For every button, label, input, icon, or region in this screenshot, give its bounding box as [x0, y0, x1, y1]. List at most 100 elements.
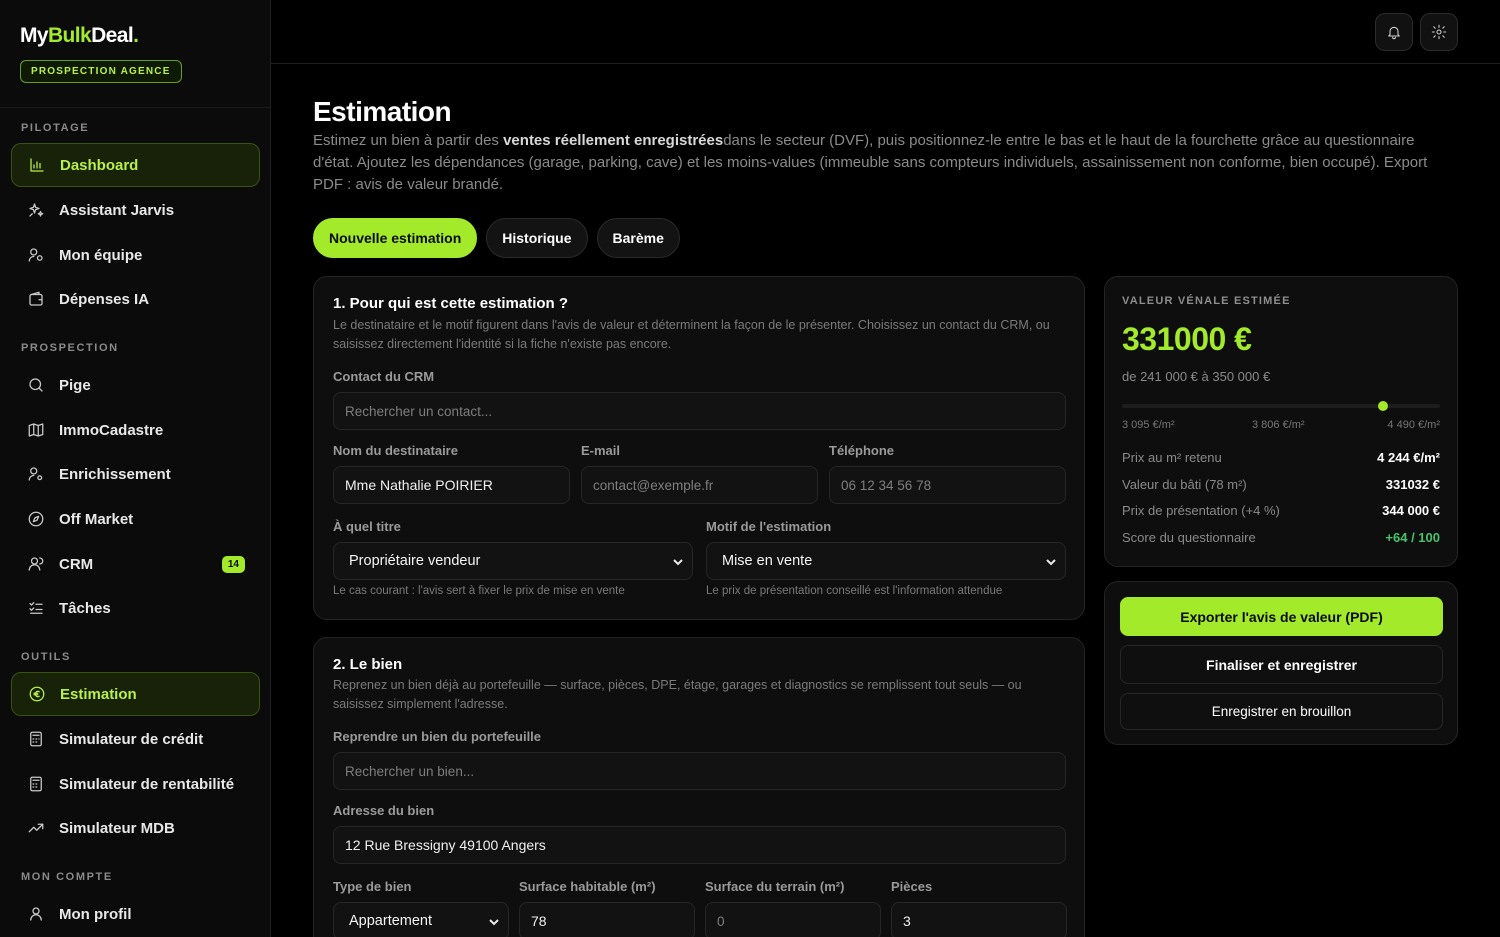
- map-icon: [28, 423, 44, 437]
- price-range-track: [1122, 401, 1440, 411]
- sidebar-item-label: CRM: [59, 555, 94, 573]
- select-value: Mise en vente: [722, 553, 813, 569]
- portfolio-label: Reprendre un bien du portefeuille: [333, 729, 542, 744]
- kv-label: Prix au m² retenu: [1122, 450, 1222, 465]
- land-area-input[interactable]: 0: [705, 902, 881, 937]
- calculator-icon: [30, 731, 42, 747]
- sparkles-icon: [29, 203, 44, 217]
- kv-value: 4 244 €/m²: [1377, 450, 1440, 465]
- valuation-range: de 241 000 € à 350 000 €: [1122, 369, 1271, 384]
- living-area-label: Surface habitable (m²): [519, 879, 656, 894]
- crm-contact-label: Contact du CRM: [333, 369, 435, 384]
- valuation-label: VALEUR VÉNALE ESTIMÉE: [1122, 295, 1291, 307]
- settings-button[interactable]: [1420, 13, 1458, 51]
- checklist-icon: [29, 602, 43, 614]
- range-tick-mid: 3 806 €/m²: [1252, 419, 1305, 431]
- tab-bareme[interactable]: Barème: [596, 218, 680, 258]
- sidebar-item-simulateur-rentabilite[interactable]: Simulateur de rentabilité: [11, 762, 260, 806]
- sidebar-item-label: Simulateur de crédit: [59, 730, 204, 748]
- chevron-down-icon: [672, 556, 684, 568]
- desc-part: Estimez un bien à partir des: [313, 132, 504, 149]
- sidebar: MyBulkDeal. PROSPECTION AGENCE PILOTAGE …: [0, 0, 271, 937]
- sidebar-item-label: Pige: [59, 376, 91, 394]
- kv-value: 331032 €: [1385, 477, 1440, 492]
- valuation-card: VALEUR VÉNALE ESTIMÉE 331000 € de 241 00…: [1104, 276, 1458, 567]
- tab-historique[interactable]: Historique: [486, 218, 588, 258]
- address-label: Adresse du bien: [333, 803, 435, 818]
- sidebar-item-enrichissement[interactable]: Enrichissement: [11, 452, 260, 496]
- phone-field[interactable]: 06 12 34 56 78: [829, 466, 1066, 504]
- sidebar-item-assistant-jarvis[interactable]: Assistant Jarvis: [11, 188, 260, 232]
- sidebar-item-depenses-ia[interactable]: Dépenses IA: [11, 277, 260, 321]
- motif-hint: Le prix de présentation conseillé est l'…: [706, 585, 1003, 597]
- recipient-role-select[interactable]: Propriétaire vendeur: [333, 542, 693, 580]
- chevron-down-icon: [488, 916, 500, 928]
- range-tick-high: 4 490 €/m²: [1387, 419, 1440, 431]
- land-area-label: Surface du terrain (m²): [705, 879, 845, 894]
- page-title: Estimation: [313, 96, 452, 127]
- rooms-label: Pièces: [891, 879, 933, 894]
- search-icon: [29, 378, 43, 392]
- sidebar-item-mon-equipe[interactable]: Mon équipe: [11, 233, 260, 277]
- sidebar-item-crm[interactable]: CRM 14: [11, 542, 260, 586]
- sidebar-item-simulateur-credit[interactable]: Simulateur de crédit: [11, 717, 260, 761]
- property-type-select[interactable]: Appartement: [333, 902, 509, 937]
- sidebar-item-mon-profil[interactable]: Mon profil: [11, 892, 260, 936]
- sidebar-item-label: Assistant Jarvis: [59, 201, 175, 219]
- motif-select[interactable]: Mise en vente: [706, 542, 1066, 580]
- bell-icon: [1388, 26, 1400, 40]
- export-pdf-button[interactable]: Exporter l'avis de valeur (PDF): [1120, 597, 1443, 636]
- crm-contact-search-input[interactable]: Rechercher un contact...: [333, 392, 1066, 430]
- address-input[interactable]: 12 Rue Bressigny 49100 Angers: [333, 826, 1066, 864]
- sidebar-item-estimation[interactable]: Estimation: [11, 672, 260, 716]
- property-card: 2. Le bien Reprenez un bien déjà au port…: [313, 637, 1085, 937]
- kv-label: Valeur du bâti (78 m²): [1122, 477, 1247, 492]
- select-value: Propriétaire vendeur: [349, 553, 481, 569]
- notifications-button[interactable]: [1375, 13, 1413, 51]
- users-icon: [28, 557, 44, 571]
- sidebar-item-immocadastre[interactable]: ImmoCadastre: [11, 408, 260, 452]
- questionnaire-score: +64 / 100: [1385, 530, 1440, 545]
- compass-icon: [28, 511, 44, 527]
- email-field[interactable]: contact@exemple.fr: [581, 466, 818, 504]
- recipient-name-input[interactable]: Mme Nathalie POIRIER: [333, 466, 570, 504]
- logo-part: My: [20, 24, 49, 47]
- section-label-mon-compte: MON COMPTE: [21, 871, 113, 883]
- actions-card: Exporter l'avis de valeur (PDF) Finalise…: [1104, 581, 1458, 745]
- recipient-card: 1. Pour qui est cette estimation ? Le de…: [313, 276, 1085, 620]
- finalize-button[interactable]: Finaliser et enregistrer: [1120, 645, 1443, 684]
- kv-label: Prix de présentation (+4 %): [1122, 503, 1280, 518]
- wallet-icon: [29, 291, 43, 306]
- valuation-amount: 331000 €: [1122, 321, 1252, 357]
- logo-part: Deal: [91, 24, 134, 47]
- select-value: Appartement: [349, 913, 433, 929]
- rooms-input[interactable]: 3: [891, 902, 1067, 937]
- tab-nouvelle-estimation[interactable]: Nouvelle estimation: [313, 218, 478, 258]
- save-draft-button[interactable]: Enregistrer en brouillon: [1120, 693, 1443, 730]
- recipient-name-label: Nom du destinataire: [333, 443, 458, 458]
- range-tick-low: 3 095 €/m²: [1122, 419, 1175, 431]
- sidebar-item-label: Enrichissement: [59, 465, 171, 483]
- sidebar-item-off-market[interactable]: Off Market: [11, 497, 260, 541]
- section-title: 2. Le bien: [333, 656, 403, 673]
- living-area-input[interactable]: 78: [519, 902, 695, 937]
- page-description: Estimez un bien à partir des ventes réel…: [313, 130, 1453, 196]
- sidebar-item-label: Simulateur de rentabilité: [59, 775, 235, 793]
- portfolio-search-input[interactable]: Rechercher un bien...: [333, 752, 1066, 790]
- user-icon: [30, 907, 42, 921]
- calculator-icon: [30, 776, 42, 792]
- sidebar-item-label: Simulateur MDB: [59, 819, 175, 837]
- property-type-label: Type de bien: [333, 879, 412, 894]
- sidebar-item-pige[interactable]: Pige: [11, 363, 260, 407]
- sidebar-item-simulateur-mdb[interactable]: Simulateur MDB: [11, 806, 260, 850]
- desc-emphasis: ventes réellement enregistrées: [503, 132, 724, 149]
- logo[interactable]: MyBulkDeal.: [20, 24, 250, 48]
- sidebar-item-taches[interactable]: Tâches: [11, 586, 260, 630]
- sidebar-item-dashboard[interactable]: Dashboard: [11, 143, 260, 187]
- logo-dot: .: [133, 24, 139, 47]
- phone-label: Téléphone: [829, 443, 895, 458]
- section-label-pilotage: PILOTAGE: [21, 122, 90, 134]
- sidebar-item-label: Estimation: [60, 685, 137, 703]
- sidebar-item-label: Off Market: [59, 510, 134, 528]
- email-label: E-mail: [581, 443, 621, 458]
